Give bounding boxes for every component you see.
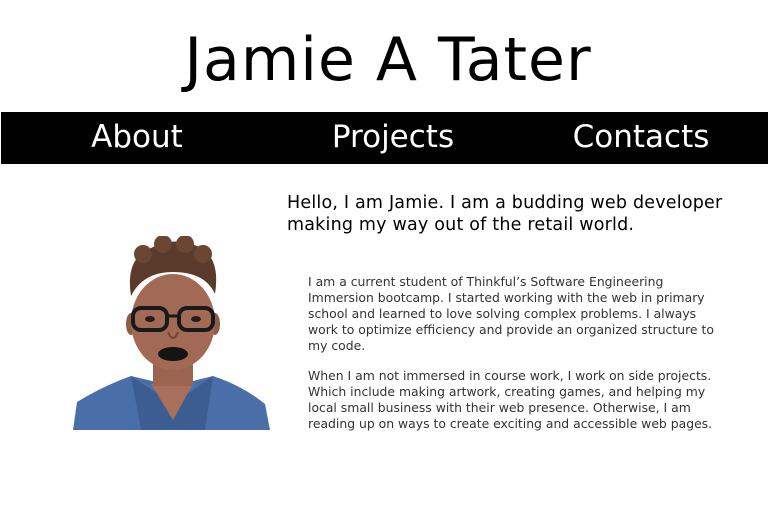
nav-link-projects[interactable]: Projects [313, 112, 473, 164]
nav-link-about[interactable]: About [61, 112, 213, 164]
intro-text: Hello, I am Jamie. I am a budding web de… [287, 193, 723, 235]
bio-paragraph: I am a current student of Thinkful’s Sof… [308, 274, 714, 353]
nav-link-contacts[interactable]: Contacts [561, 112, 721, 164]
site-title: Jamie A Tater [184, 25, 592, 95]
bio-paragraph: When I am not immersed in course work, I… [308, 368, 713, 431]
nav-bar: About Projects Contacts [1, 112, 768, 164]
profile-photo [73, 236, 270, 430]
bio-section: I am a current student of Thinkful’s Sof… [308, 274, 728, 446]
